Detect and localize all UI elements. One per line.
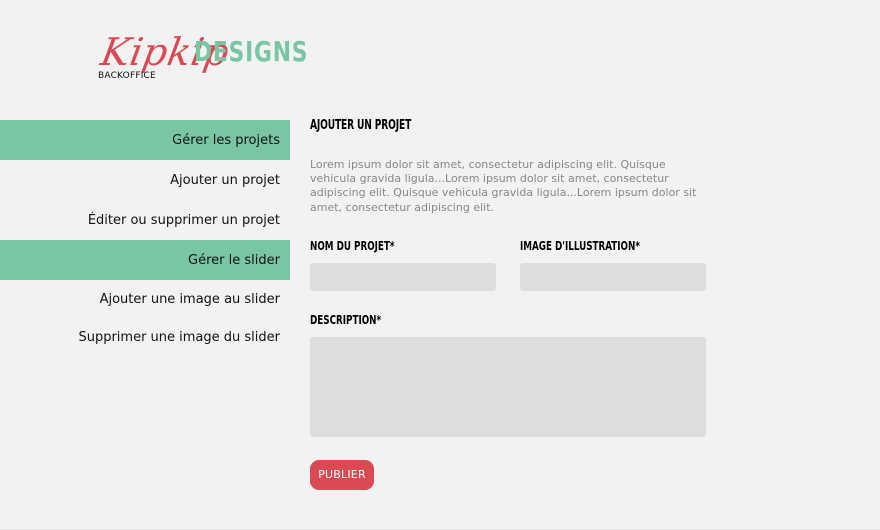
- sidebar-item-add-slider-image[interactable]: Ajouter une image au slider: [0, 280, 290, 318]
- sidebar-section-projects[interactable]: Gérer les projets: [0, 120, 290, 160]
- sidebar-item-edit-delete-project[interactable]: Éditer ou supprimer un projet: [0, 200, 290, 240]
- project-name-field: NOM DU PROJET*: [310, 237, 496, 291]
- description-textarea[interactable]: [310, 336, 706, 437]
- page-title: AJOUTER UN PROJET: [310, 118, 412, 133]
- intro-text: Lorem ipsum dolor sit amet, consectetur …: [310, 158, 697, 214]
- description-label: DESCRIPTION*: [310, 311, 382, 327]
- project-name-label: NOM DU PROJET*: [310, 237, 395, 253]
- sidebar: Gérer les projets Ajouter un projet Édit…: [0, 120, 290, 356]
- sidebar-item-add-project[interactable]: Ajouter un projet: [0, 160, 290, 200]
- logo-designs: DESIGNS: [194, 35, 309, 68]
- main-content: AJOUTER UN PROJET Lorem ipsum dolor sit …: [310, 116, 706, 490]
- publish-button[interactable]: PUBLIER: [310, 459, 374, 490]
- illustration-image-field: IMAGE D'ILLUSTRATION*: [520, 237, 706, 291]
- header-logo: Kipkip DESIGNS BACKOFFICE: [98, 30, 318, 86]
- description-field: DESCRIPTION*: [310, 311, 706, 441]
- illustration-image-input[interactable]: [520, 262, 706, 291]
- project-form-row: NOM DU PROJET* IMAGE D'ILLUSTRATION*: [310, 237, 706, 291]
- project-name-input[interactable]: [310, 262, 496, 291]
- sidebar-item-delete-slider-image[interactable]: Supprimer une image du slider: [0, 318, 290, 356]
- logo-subtitle: BACKOFFICE: [98, 71, 156, 81]
- illustration-image-label: IMAGE D'ILLUSTRATION*: [520, 237, 640, 253]
- sidebar-section-slider[interactable]: Gérer le slider: [0, 240, 290, 280]
